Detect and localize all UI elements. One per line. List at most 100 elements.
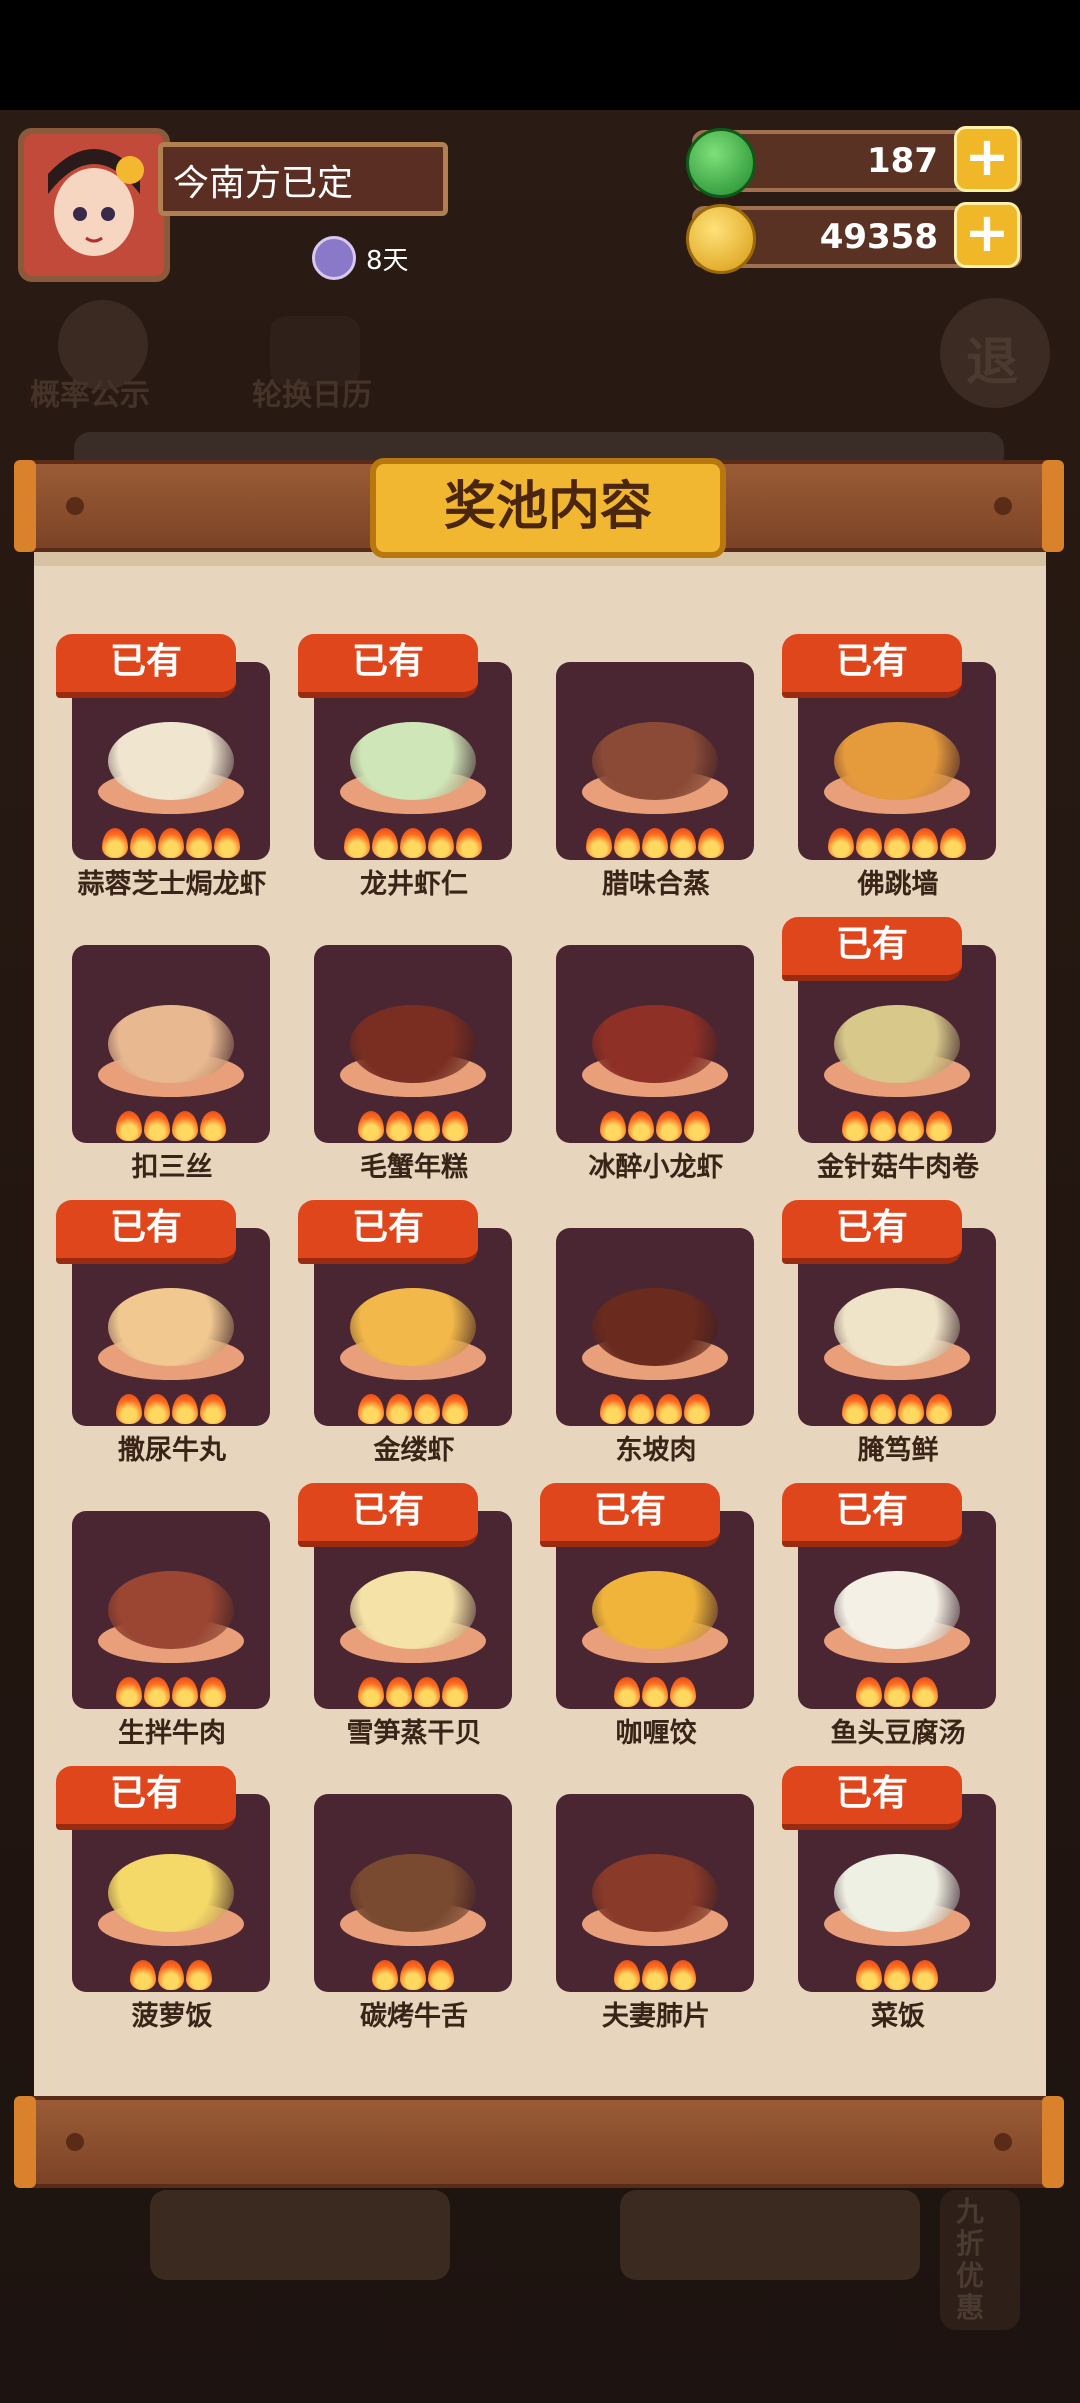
flame-icon [172, 1677, 198, 1707]
flame-icon [400, 1960, 426, 1990]
dish-item[interactable]: 夫妻肺片 [518, 1762, 758, 2032]
calendar-label[interactable]: 轮换日历 [252, 370, 372, 414]
flame-icon [586, 828, 612, 858]
dish-name: 腌笃鲜 [857, 1435, 939, 1466]
flame-icon [200, 1111, 226, 1141]
dish-item[interactable]: 已有咖喱饺 [518, 1479, 758, 1749]
dish-item[interactable]: 毛蟹年糕 [276, 913, 516, 1183]
flame-icon [856, 1960, 882, 1990]
owned-badge: 已有 [298, 1483, 478, 1547]
dish-name: 鱼头豆腐汤 [830, 1718, 966, 1749]
flame-icon [684, 1111, 710, 1141]
flame-icon [414, 1111, 440, 1141]
flame-icon [428, 1960, 454, 1990]
username[interactable]: 今南方已定 [158, 142, 448, 216]
dish-image-icon [350, 722, 476, 800]
dish-image-icon [592, 1005, 718, 1083]
flame-icon [130, 828, 156, 858]
dish-image-icon [592, 1571, 718, 1649]
owned-badge: 已有 [540, 1483, 720, 1547]
owned-badge: 已有 [782, 1766, 962, 1830]
flame-icon [372, 1960, 398, 1990]
owned-badge: 已有 [56, 1200, 236, 1264]
dish-item[interactable]: 已有雪笋蒸干贝 [276, 1479, 516, 1749]
draw-ten-button[interactable] [620, 2190, 920, 2280]
flame-icon [614, 1677, 640, 1707]
flame-rating [556, 1960, 754, 1995]
dish-name: 金针菇牛肉卷 [817, 1152, 979, 1183]
flame-icon [358, 1677, 384, 1707]
flame-icon [186, 828, 212, 858]
dish-item[interactable]: 已有 撒尿牛丸 [34, 1196, 274, 1466]
flame-icon [856, 828, 882, 858]
flame-icon [656, 1394, 682, 1424]
dish-item[interactable]: 已有 菠萝饭 [34, 1762, 274, 2032]
avatar-portrait-icon [24, 134, 164, 276]
dish-name: 佛跳墙 [857, 869, 939, 900]
flame-icon [102, 828, 128, 858]
dish-image-icon [834, 1571, 960, 1649]
dish-name: 夫妻肺片 [602, 2001, 710, 2032]
flame-icon [442, 1394, 468, 1424]
dish-item[interactable]: 已有 蒜蓉芝士焗龙虾 [34, 630, 274, 900]
flame-icon [144, 1111, 170, 1141]
dish-name: 咖喱饺 [615, 1718, 697, 1749]
flame-icon [614, 1960, 640, 1990]
flame-icon [898, 1111, 924, 1141]
dish-card [72, 945, 270, 1143]
flame-icon [870, 1394, 896, 1424]
gold-currency: 49358 + [686, 202, 1022, 274]
owned-badge: 已有 [298, 1200, 478, 1264]
flame-icon [642, 828, 668, 858]
dish-name: 腊味合蒸 [602, 869, 710, 900]
owned-badge: 已有 [782, 1200, 962, 1264]
dish-item[interactable]: 生拌牛肉 [34, 1479, 274, 1749]
dish-item[interactable]: 已有 佛跳墙 [760, 630, 1000, 900]
dish-item[interactable]: 已有 龙井虾仁 [276, 630, 516, 900]
dish-item[interactable]: 已有腌笃鲜 [760, 1196, 1000, 1466]
add-jade-button[interactable]: + [954, 126, 1020, 192]
dish-image-icon [592, 722, 718, 800]
dish-image-icon [108, 722, 234, 800]
flame-icon [670, 1960, 696, 1990]
probability-label[interactable]: 概率公示 [30, 370, 150, 414]
flame-icon [698, 828, 724, 858]
dish-card [72, 1511, 270, 1709]
flame-icon [884, 1677, 910, 1707]
add-gold-button[interactable]: + [954, 202, 1020, 268]
days-label: 8天 [366, 245, 409, 276]
flame-icon [116, 1111, 142, 1141]
flame-rating [72, 1111, 270, 1146]
flame-icon [884, 828, 910, 858]
owned-badge: 已有 [782, 1483, 962, 1547]
flame-icon [400, 828, 426, 858]
dish-item[interactable]: 已有 金缕虾 [276, 1196, 516, 1466]
avatar[interactable] [18, 128, 170, 282]
dish-item[interactable]: 碳烤牛舌 [276, 1762, 516, 2032]
flame-rating [556, 1394, 754, 1429]
status-bar [0, 0, 1080, 110]
flame-icon [642, 1960, 668, 1990]
flame-icon [386, 1394, 412, 1424]
dish-item[interactable]: 冰醉小龙虾 [518, 913, 758, 1183]
flame-rating [798, 1677, 996, 1712]
dish-item[interactable]: 已有 菜饭 [760, 1762, 1000, 2032]
flame-icon [214, 828, 240, 858]
flame-icon [642, 1677, 668, 1707]
dish-item[interactable]: 扣三丝 [34, 913, 274, 1183]
dish-item[interactable]: 已有 金针菇牛肉卷 [760, 913, 1000, 1183]
flame-icon [172, 1111, 198, 1141]
dish-name: 雪笋蒸干贝 [346, 1718, 482, 1749]
dish-image-icon [834, 1854, 960, 1932]
dish-image-icon [350, 1288, 476, 1366]
owned-badge: 已有 [56, 634, 236, 698]
dish-item[interactable]: 已有鱼头豆腐汤 [760, 1479, 1000, 1749]
draw-once-button[interactable] [150, 2190, 450, 2280]
owned-badge: 已有 [298, 634, 478, 698]
flame-icon [144, 1394, 170, 1424]
dish-image-icon [834, 722, 960, 800]
dish-item[interactable]: 腊味合蒸 [518, 630, 758, 900]
flame-rating [72, 828, 270, 863]
flame-icon [600, 1394, 626, 1424]
dish-item[interactable]: 东坡肉 [518, 1196, 758, 1466]
